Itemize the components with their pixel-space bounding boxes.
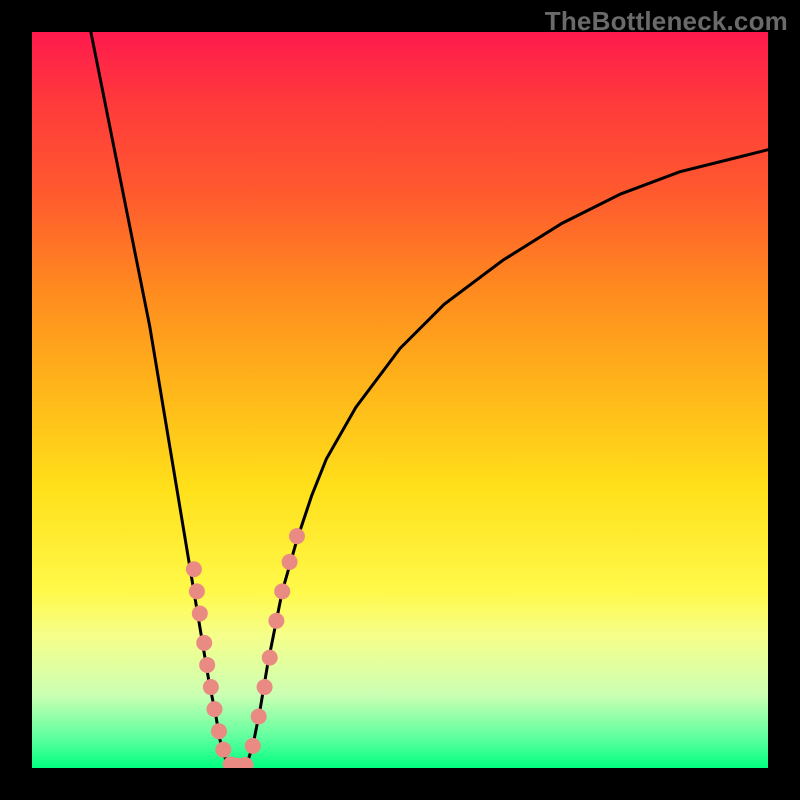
data-marker: [189, 583, 205, 599]
data-marker: [186, 561, 202, 577]
data-marker: [215, 742, 231, 758]
chart-svg: [32, 32, 768, 768]
data-marker: [282, 554, 298, 570]
data-marker: [289, 528, 305, 544]
data-marker: [211, 723, 227, 739]
data-marker: [196, 635, 212, 651]
plot-area: [32, 32, 768, 768]
data-marker: [199, 657, 215, 673]
data-marker: [274, 583, 290, 599]
chart-frame: TheBottleneck.com: [0, 0, 800, 800]
data-marker: [268, 613, 284, 629]
data-marker: [192, 605, 208, 621]
curve-curve-right: [245, 150, 768, 768]
data-marker: [245, 738, 261, 754]
watermark-text: TheBottleneck.com: [545, 6, 788, 37]
data-marker: [207, 701, 223, 717]
data-marker: [257, 679, 273, 695]
data-marker: [251, 708, 267, 724]
data-marker: [203, 679, 219, 695]
data-marker: [262, 650, 278, 666]
